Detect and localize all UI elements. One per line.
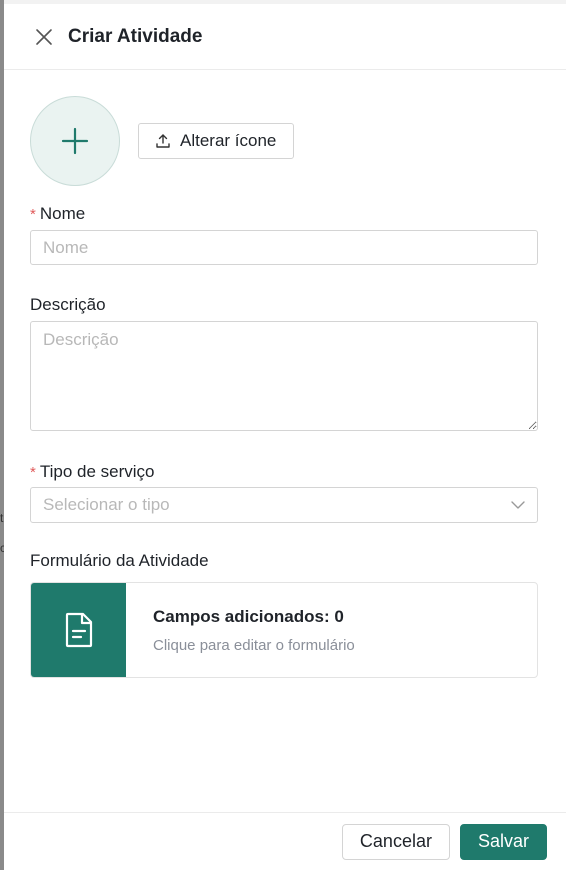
activity-form-card[interactable]: Campos adicionados: 0 Clique para editar… bbox=[30, 582, 538, 678]
chevron-down-icon bbox=[511, 500, 525, 509]
change-icon-label: Alterar ícone bbox=[180, 131, 277, 150]
close-icon bbox=[36, 28, 52, 45]
drawer-body: Alterar ícone * Nome Descrição * Tipo de… bbox=[4, 70, 566, 815]
fields-added-count: Campos adicionados: 0 bbox=[153, 606, 344, 626]
drawer-header: Criar Atividade bbox=[4, 4, 566, 70]
create-activity-drawer: Criar Atividade Alterar ícone * Nome Nom… bbox=[4, 4, 566, 870]
icon-picker-row: Alterar ícone bbox=[30, 96, 538, 186]
edit-form-hint: Clique para editar o formulário bbox=[153, 636, 355, 654]
document-icon bbox=[65, 612, 92, 648]
change-icon-button[interactable]: Alterar ícone bbox=[138, 123, 295, 159]
activity-form-label-text: Formulário da Atividade bbox=[30, 551, 209, 570]
service-type-label: * Tipo de serviço bbox=[30, 462, 538, 482]
drawer-footer: Cancelar Salvar bbox=[4, 812, 566, 870]
activity-form-label: Formulário da Atividade bbox=[30, 551, 538, 571]
description-input[interactable] bbox=[30, 321, 538, 431]
cancel-button[interactable]: Cancelar bbox=[341, 823, 450, 860]
name-label-text: Nome bbox=[39, 204, 86, 223]
service-type-select[interactable]: Selecionar o tipo bbox=[30, 487, 538, 523]
form-card-text: Campos adicionados: 0 Clique para editar… bbox=[126, 583, 355, 677]
service-type-placeholder: Selecionar o tipo bbox=[43, 495, 170, 514]
service-type-label-text: Tipo de serviço bbox=[39, 462, 155, 481]
description-label: Descrição bbox=[30, 295, 538, 315]
required-marker: * bbox=[30, 463, 36, 481]
required-marker: * bbox=[30, 205, 36, 223]
name-input[interactable] bbox=[30, 230, 538, 265]
close-button[interactable] bbox=[34, 27, 54, 47]
save-button[interactable]: Salvar bbox=[459, 823, 547, 860]
plus-icon bbox=[61, 127, 89, 155]
upload-icon bbox=[156, 134, 170, 148]
backdrop-text: t bbox=[0, 511, 4, 525]
name-label: * Nome bbox=[30, 204, 538, 224]
activity-icon-preview[interactable] bbox=[30, 96, 120, 186]
form-tile bbox=[31, 583, 126, 677]
drawer-title: Criar Atividade bbox=[68, 25, 203, 47]
description-label-text: Descrição bbox=[30, 295, 106, 314]
